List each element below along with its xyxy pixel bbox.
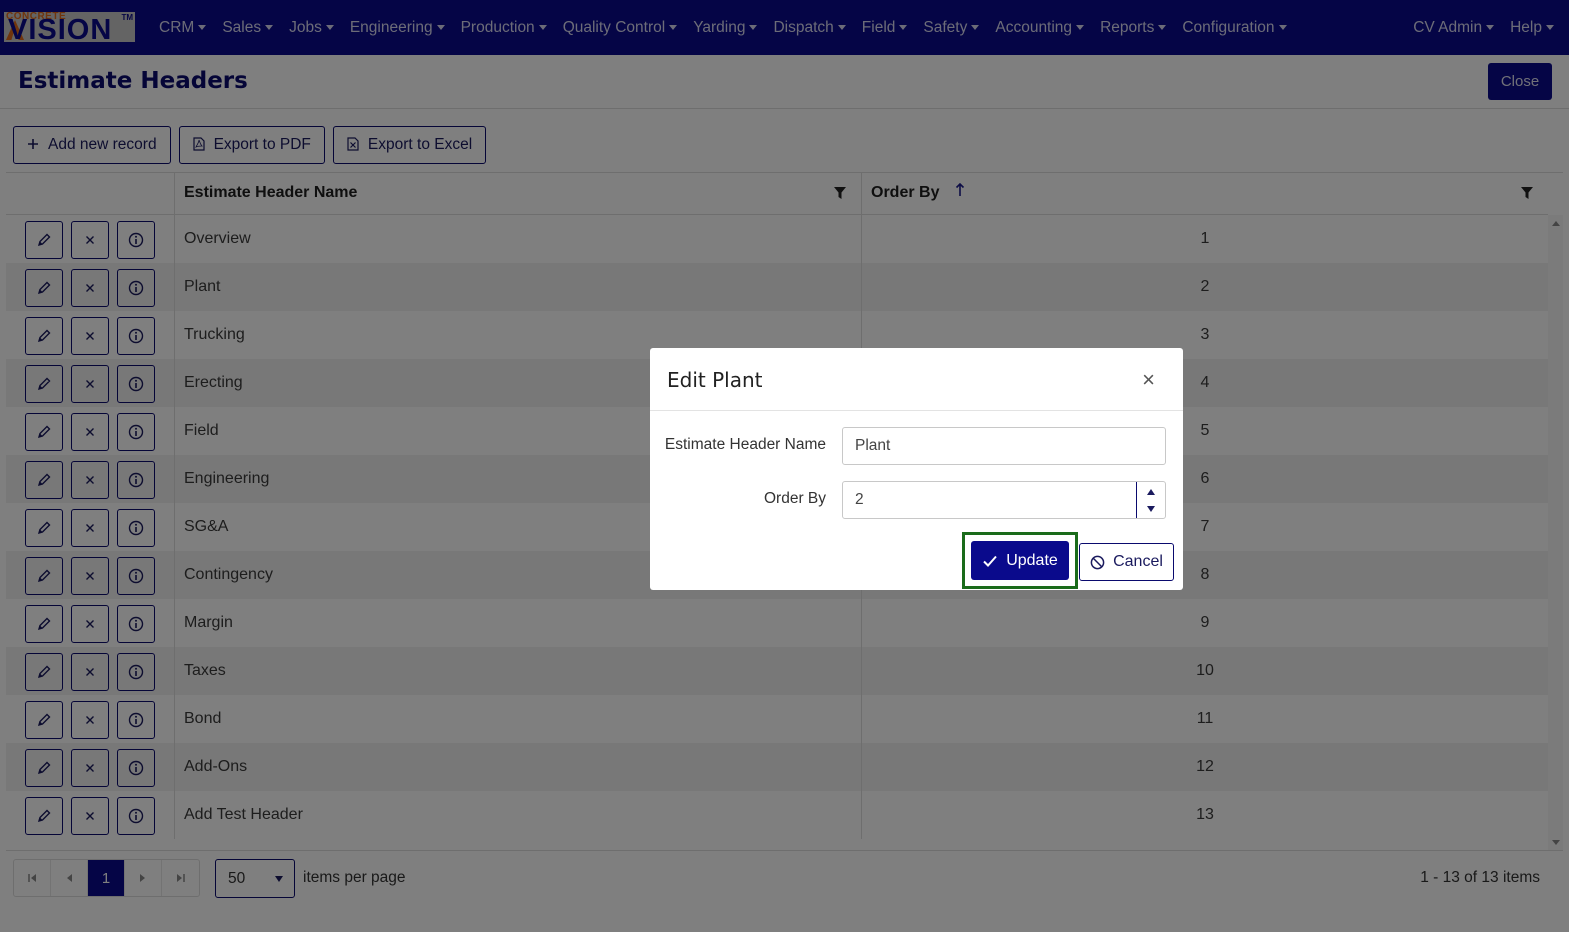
spin-up-arrow-icon[interactable] [1147, 489, 1155, 495]
form-row-order: Order By 2 [650, 481, 1183, 519]
estimate-header-name-label: Estimate Header Name [664, 436, 826, 453]
form-row-name: Estimate Header Name Plant [650, 427, 1183, 465]
cancel-circle-icon [1090, 555, 1105, 569]
order-by-spinner [1136, 482, 1165, 518]
update-button[interactable]: Update [971, 541, 1069, 580]
order-by-label: Order By [763, 490, 826, 507]
order-by-value: 2 [855, 491, 864, 508]
estimate-header-name-input[interactable]: Plant [842, 427, 1166, 465]
cancel-button[interactable]: Cancel [1079, 543, 1174, 581]
dialog-close-icon[interactable]: × [1142, 367, 1155, 393]
update-label: Update [1006, 551, 1058, 569]
spin-down-arrow-icon[interactable] [1147, 506, 1155, 512]
update-button-highlight: Update [962, 532, 1078, 589]
edit-plant-dialog: Edit Plant × Estimate Header Name Plant … [650, 348, 1183, 590]
check-icon [983, 555, 997, 567]
order-by-numeric-input[interactable]: 2 [842, 481, 1166, 519]
dialog-title: Edit Plant [667, 368, 763, 392]
dialog-header: Edit Plant × [650, 348, 1183, 411]
cancel-label: Cancel [1113, 553, 1163, 570]
